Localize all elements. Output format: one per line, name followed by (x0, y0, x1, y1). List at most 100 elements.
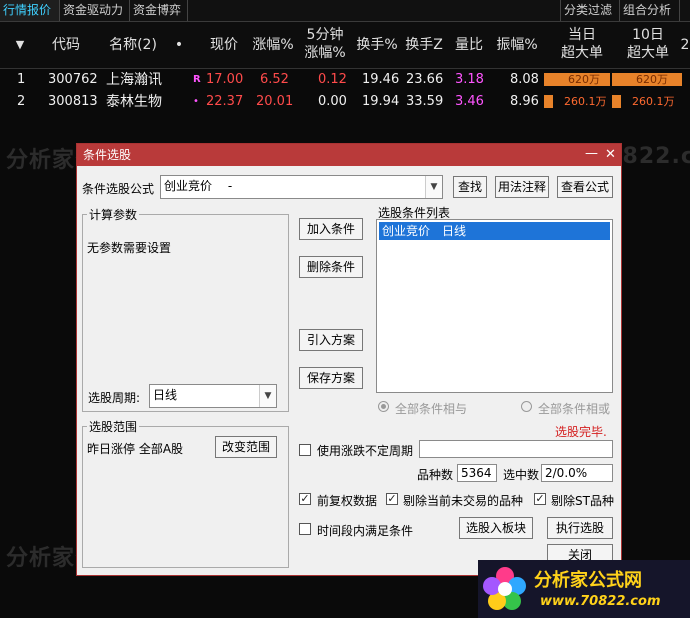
use-period-label: 使用涨跌不定周期 (317, 444, 414, 458)
ten-bigorder-value: 620万 (636, 73, 668, 86)
top-tab-bar: 行情报价 资金驱动力 资金博弈 分类过滤 组合分析 (0, 0, 690, 22)
time-range-label: 时间段内满足条件 (317, 524, 414, 538)
period-value: 日线 (153, 388, 178, 402)
col-change[interactable]: 涨幅% (248, 36, 298, 54)
col-turnover-z[interactable]: 换手Z (400, 36, 448, 54)
range-group: 选股范围 昨日涨停 全部A股 改变范围 (82, 418, 289, 568)
skip-st-checkbox[interactable]: ✓ (534, 493, 546, 505)
col-name[interactable]: 名称(2) (104, 36, 162, 54)
selected-value: 2/0.0% (541, 464, 613, 482)
row-code: 300813 (48, 94, 98, 109)
count-value: 5364 (457, 464, 497, 482)
col-more[interactable]: 2 (680, 36, 690, 54)
period-label: 选股周期: (88, 391, 141, 405)
col-amplitude[interactable]: 振幅% (492, 36, 542, 54)
add-condition-button[interactable]: 加入条件 (299, 218, 363, 240)
skip-untraded-label: 剔除当前未交易的品种 (403, 494, 524, 508)
col-day-big-line2: 超大单 (561, 45, 603, 61)
range-title: 选股范围 (87, 418, 140, 435)
ten-bigorder-bar (612, 95, 621, 108)
skip-untraded-checkbox[interactable]: ✓ (386, 493, 398, 505)
pre-adjust-checkbox[interactable]: ✓ (299, 493, 311, 505)
col-five-min-line2: 涨幅% (304, 45, 346, 61)
row-change: 6.52 (260, 72, 289, 87)
radio-or-label: 全部条件相或 (538, 402, 611, 416)
count-label: 品种数 (417, 468, 454, 482)
import-plan-button[interactable]: 引入方案 (299, 329, 363, 351)
tab-category-filter[interactable]: 分类过滤 (560, 0, 620, 21)
col-ten-bigorder[interactable]: 10日 超大单 (618, 26, 678, 62)
row-five-min: 0.12 (318, 72, 347, 87)
col-five-min[interactable]: 5分钟 涨幅% (300, 26, 350, 62)
row-price: 22.37 (206, 94, 244, 109)
dialog-title: 条件选股 (83, 148, 132, 162)
col-flag: • (174, 37, 184, 53)
row-name: 泰林生物 (106, 94, 162, 110)
row-turnover: 19.94 (362, 94, 400, 109)
formula-select[interactable]: 创业竞价 - ▼ (160, 175, 443, 199)
radio-and-label: 全部条件相与 (395, 402, 468, 416)
calc-params-title: 计算参数 (87, 206, 140, 223)
condition-stock-dialog: 条件选股 — ✕ 条件选股公式 创业竞价 - ▼ 查找 用法注释 查看公式 计算… (76, 143, 622, 576)
close-icon[interactable]: ✕ (605, 144, 616, 166)
usage-note-button[interactable]: 用法注释 (495, 176, 549, 198)
status-text: 选股完毕. (555, 425, 607, 439)
use-period-checkbox[interactable] (299, 444, 311, 456)
tab-portfolio[interactable]: 组合分析 (620, 0, 680, 21)
chevron-down-icon[interactable]: ▼ (259, 385, 276, 407)
sort-arrow-icon[interactable]: ▼ (12, 36, 28, 54)
calc-params-group: 计算参数 无参数需要设置 选股周期: 日线 ▼ (82, 206, 289, 412)
row-flag: • (193, 96, 199, 107)
row-code: 300762 (48, 72, 98, 87)
col-day-bigorder[interactable]: 当日 超大单 (552, 26, 612, 62)
dialog-titlebar[interactable]: 条件选股 — ✕ (77, 144, 621, 166)
condition-list[interactable]: 创业竞价 日线 (376, 219, 613, 393)
day-bigorder-value: 260.1万 (564, 95, 607, 108)
run-selection-button[interactable]: 执行选股 (547, 517, 613, 539)
minimize-icon[interactable]: — (585, 143, 598, 165)
condition-list-item[interactable]: 创业竞价 日线 (379, 222, 610, 240)
delete-condition-button[interactable]: 删除条件 (299, 256, 363, 278)
col-ten-big-line1: 10日 (632, 27, 664, 43)
row-name: 上海瀚讯 (106, 72, 162, 88)
table-row[interactable]: 1 300762 上海瀚讯 R 17.00 6.52 0.12 19.46 23… (0, 69, 690, 91)
tab-fund-drive[interactable]: 资金驱动力 (60, 0, 130, 21)
formula-label: 条件选股公式 (82, 182, 155, 196)
col-volume-ratio[interactable]: 量比 (450, 36, 488, 54)
tab-fund-game[interactable]: 资金博弈 (130, 0, 188, 21)
selected-label: 选中数 (503, 468, 540, 482)
view-formula-button[interactable]: 查看公式 (557, 176, 613, 198)
change-range-button[interactable]: 改变范围 (215, 436, 277, 458)
add-to-block-button[interactable]: 选股入板块 (459, 517, 533, 539)
no-params-text: 无参数需要设置 (87, 241, 172, 255)
col-price[interactable]: 现价 (204, 36, 244, 54)
pre-adjust-label: 前复权数据 (317, 494, 378, 508)
row-turnover-z: 23.66 (406, 72, 444, 87)
col-ten-big-line2: 超大单 (627, 45, 669, 61)
site-logo: 分析家公式网 www.70822.com (478, 560, 690, 618)
col-five-min-line1: 5分钟 (306, 27, 344, 43)
col-day-big-line1: 当日 (568, 27, 596, 43)
formula-value: 创业竞价 - (164, 179, 233, 193)
period-select[interactable]: 日线 ▼ (149, 384, 277, 408)
chevron-down-icon[interactable]: ▼ (425, 176, 442, 198)
col-code[interactable]: 代码 (44, 36, 88, 54)
logo-url: www.70822.com (540, 594, 661, 609)
row-price: 17.00 (206, 72, 244, 87)
range-value: 昨日涨停 全部A股 (87, 442, 184, 456)
table-row[interactable]: 2 300813 泰林生物 • 22.37 20.01 0.00 19.94 3… (0, 91, 690, 113)
row-amplitude: 8.08 (510, 72, 539, 87)
row-five-min: 0.00 (318, 94, 347, 109)
time-range-checkbox[interactable] (299, 523, 311, 535)
row-turnover-z: 33.59 (406, 94, 444, 109)
radio-or[interactable] (521, 401, 532, 412)
col-turnover[interactable]: 换手% (352, 36, 402, 54)
row-index: 2 (17, 94, 26, 109)
period-range-field[interactable] (419, 440, 613, 458)
find-button[interactable]: 查找 (453, 176, 487, 198)
tab-quotes[interactable]: 行情报价 (0, 0, 60, 21)
row-index: 1 (17, 72, 26, 87)
save-plan-button[interactable]: 保存方案 (299, 367, 363, 389)
radio-and[interactable] (378, 401, 389, 412)
day-bigorder-value: 620万 (568, 73, 600, 86)
